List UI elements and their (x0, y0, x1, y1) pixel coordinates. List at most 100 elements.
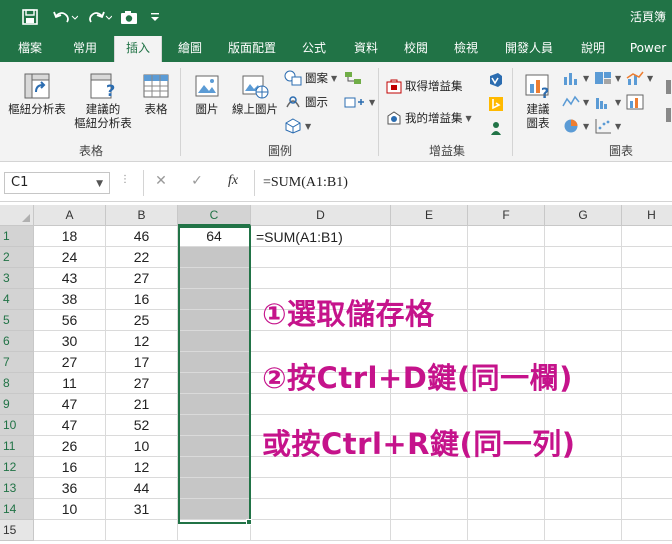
cell-a11[interactable]: 26 (34, 436, 106, 457)
redo-icon[interactable] (84, 6, 114, 28)
row-header[interactable]: 1 (0, 226, 34, 247)
name-box-dropdown-icon[interactable]: ▼ (96, 174, 103, 194)
cell-g15[interactable] (545, 520, 622, 541)
cell-h4[interactable] (622, 289, 672, 310)
tab-page-layout[interactable]: 版面配置 (220, 34, 284, 62)
visio-button[interactable] (488, 72, 504, 88)
row-header[interactable]: 3 (0, 268, 34, 289)
formula-input[interactable]: =SUM(A1:B1) (254, 170, 672, 196)
cell-d15[interactable] (251, 520, 391, 541)
cell-f1[interactable] (468, 226, 545, 247)
cell-h2[interactable] (622, 247, 672, 268)
cell-h3[interactable] (622, 268, 672, 289)
row-header[interactable]: 11 (0, 436, 34, 457)
column-header-a[interactable]: A (34, 205, 106, 226)
cell-d1[interactable]: =SUM(A1:B1) (256, 227, 343, 247)
row-header[interactable]: 2 (0, 247, 34, 268)
cell-e15[interactable] (391, 520, 468, 541)
column-header-e[interactable]: E (391, 205, 468, 226)
column-header-d[interactable]: D (251, 205, 391, 226)
screenshot-button[interactable]: ▼ (344, 94, 375, 110)
icons-button[interactable]: 圖示 (284, 94, 328, 110)
cell-c9[interactable] (178, 394, 251, 415)
cell-b10[interactable]: 52 (106, 415, 178, 436)
column-header-c[interactable]: C (178, 205, 251, 226)
cell-c10[interactable] (178, 415, 251, 436)
cell-h13[interactable] (622, 478, 672, 499)
cell-d6[interactable] (251, 331, 391, 352)
tab-draw[interactable]: 繪圖 (166, 34, 214, 62)
cell-h8[interactable] (622, 373, 672, 394)
recommended-charts-button[interactable]: ? 建議 圖表 (518, 72, 558, 130)
column-header-b[interactable]: B (106, 205, 178, 226)
cell-a2[interactable]: 24 (34, 247, 106, 268)
tab-data[interactable]: 資料 (342, 34, 390, 62)
cell-d13[interactable] (251, 478, 391, 499)
cell-a3[interactable]: 43 (34, 268, 106, 289)
cell-d14[interactable] (251, 499, 391, 520)
cell-a8[interactable]: 11 (34, 373, 106, 394)
cell-e1[interactable] (391, 226, 468, 247)
cell-c4[interactable] (178, 289, 251, 310)
row-header[interactable]: 14 (0, 499, 34, 520)
cell-b14[interactable]: 31 (106, 499, 178, 520)
cell-a4[interactable]: 38 (34, 289, 106, 310)
select-all-button[interactable] (0, 205, 34, 226)
cell-f15[interactable] (468, 520, 545, 541)
cell-f4[interactable] (468, 289, 545, 310)
cell-h15[interactable] (622, 520, 672, 541)
row-header[interactable]: 12 (0, 457, 34, 478)
column-header-h[interactable]: H (622, 205, 672, 226)
cell-c7[interactable] (178, 352, 251, 373)
cell-e2[interactable] (391, 247, 468, 268)
cell-f3[interactable] (468, 268, 545, 289)
cell-g1[interactable] (545, 226, 622, 247)
cell-b7[interactable]: 17 (106, 352, 178, 373)
cell-h7[interactable] (622, 352, 672, 373)
cell-b15[interactable] (106, 520, 178, 541)
cell-e14[interactable] (391, 499, 468, 520)
cell-g3[interactable] (545, 268, 622, 289)
cell-f5[interactable] (468, 310, 545, 331)
cell-g14[interactable] (545, 499, 622, 520)
cell-b11[interactable]: 10 (106, 436, 178, 457)
cell-g4[interactable] (545, 289, 622, 310)
save-icon[interactable] (20, 6, 40, 28)
cell-c12[interactable] (178, 457, 251, 478)
hierarchy-chart-button[interactable]: ▼ (594, 70, 621, 86)
cell-b6[interactable]: 12 (106, 331, 178, 352)
cell-a14[interactable]: 10 (34, 499, 106, 520)
cell-c1[interactable]: 64 (178, 226, 251, 247)
cell-e6[interactable] (391, 331, 468, 352)
cell-a7[interactable]: 27 (34, 352, 106, 373)
row-header[interactable]: 4 (0, 289, 34, 310)
cell-c5[interactable] (178, 310, 251, 331)
cell-a15[interactable] (34, 520, 106, 541)
cell-g9[interactable] (545, 394, 622, 415)
cell-h10[interactable] (622, 415, 672, 436)
cell-a12[interactable]: 16 (34, 457, 106, 478)
cell-h6[interactable] (622, 331, 672, 352)
cell-f14[interactable] (468, 499, 545, 520)
row-header[interactable]: 15 (0, 520, 34, 541)
column-header-f[interactable]: F (468, 205, 545, 226)
cell-h11[interactable] (622, 436, 672, 457)
table-button[interactable]: 表格 (138, 72, 174, 116)
tab-home[interactable]: 常用 (60, 34, 110, 62)
online-pictures-button[interactable]: 線上圖片 (230, 72, 280, 116)
cell-e9[interactable] (391, 394, 468, 415)
cell-d2[interactable] (251, 247, 391, 268)
cell-f13[interactable] (468, 478, 545, 499)
cell-b13[interactable]: 44 (106, 478, 178, 499)
column-header-g[interactable]: G (545, 205, 622, 226)
cell-f2[interactable] (468, 247, 545, 268)
formula-bar-grip-icon[interactable]: ⋮ (120, 174, 130, 185)
combo-chart-button[interactable]: ▼ (626, 70, 653, 86)
cancel-icon[interactable]: ✕ (150, 173, 172, 193)
cell-c3[interactable] (178, 268, 251, 289)
pictures-button[interactable]: 圖片 (186, 72, 228, 116)
cell-c2[interactable] (178, 247, 251, 268)
cell-b4[interactable]: 16 (106, 289, 178, 310)
undo-icon[interactable] (50, 6, 80, 28)
cell-a6[interactable]: 30 (34, 331, 106, 352)
